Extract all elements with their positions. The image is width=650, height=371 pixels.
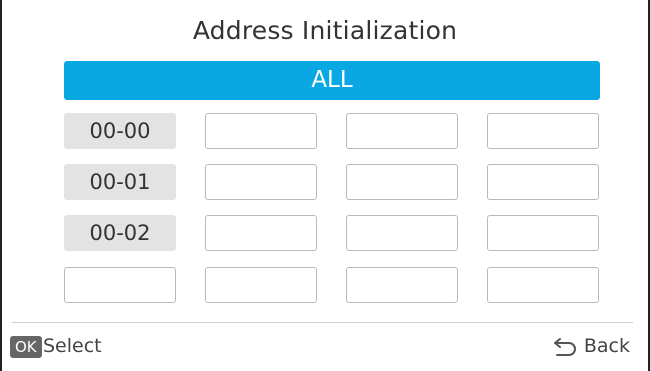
ok-key-icon: OK	[10, 336, 42, 358]
address-cell-00-01[interactable]: 00-01	[64, 164, 176, 200]
empty-cell[interactable]	[487, 215, 599, 251]
empty-cell[interactable]	[205, 164, 317, 200]
page-title: Address Initialization	[192, 16, 458, 45]
address-init-screen: Address Initialization ALL 00-00 00-01 0…	[0, 0, 650, 371]
empty-cell[interactable]	[346, 215, 458, 251]
empty-cell[interactable]	[487, 164, 599, 200]
empty-cell[interactable]	[346, 164, 458, 200]
empty-cell[interactable]	[346, 113, 458, 149]
address-cell-00-02[interactable]: 00-02	[64, 215, 176, 251]
empty-cell[interactable]	[346, 267, 458, 303]
empty-cell[interactable]	[487, 113, 599, 149]
empty-cell[interactable]	[64, 267, 176, 303]
select-label: Select	[43, 335, 102, 357]
empty-cell[interactable]	[487, 267, 599, 303]
back-button[interactable]: Back	[552, 335, 630, 357]
empty-cell[interactable]	[205, 267, 317, 303]
all-button[interactable]: ALL	[64, 61, 600, 100]
empty-cell[interactable]	[205, 113, 317, 149]
empty-cell[interactable]	[205, 215, 317, 251]
footer-divider	[12, 322, 633, 323]
address-cell-00-00[interactable]: 00-00	[64, 113, 176, 149]
footer-bar: OK Select Back	[2, 333, 648, 363]
back-arrow-icon	[553, 338, 576, 356]
back-label: Back	[583, 335, 630, 357]
